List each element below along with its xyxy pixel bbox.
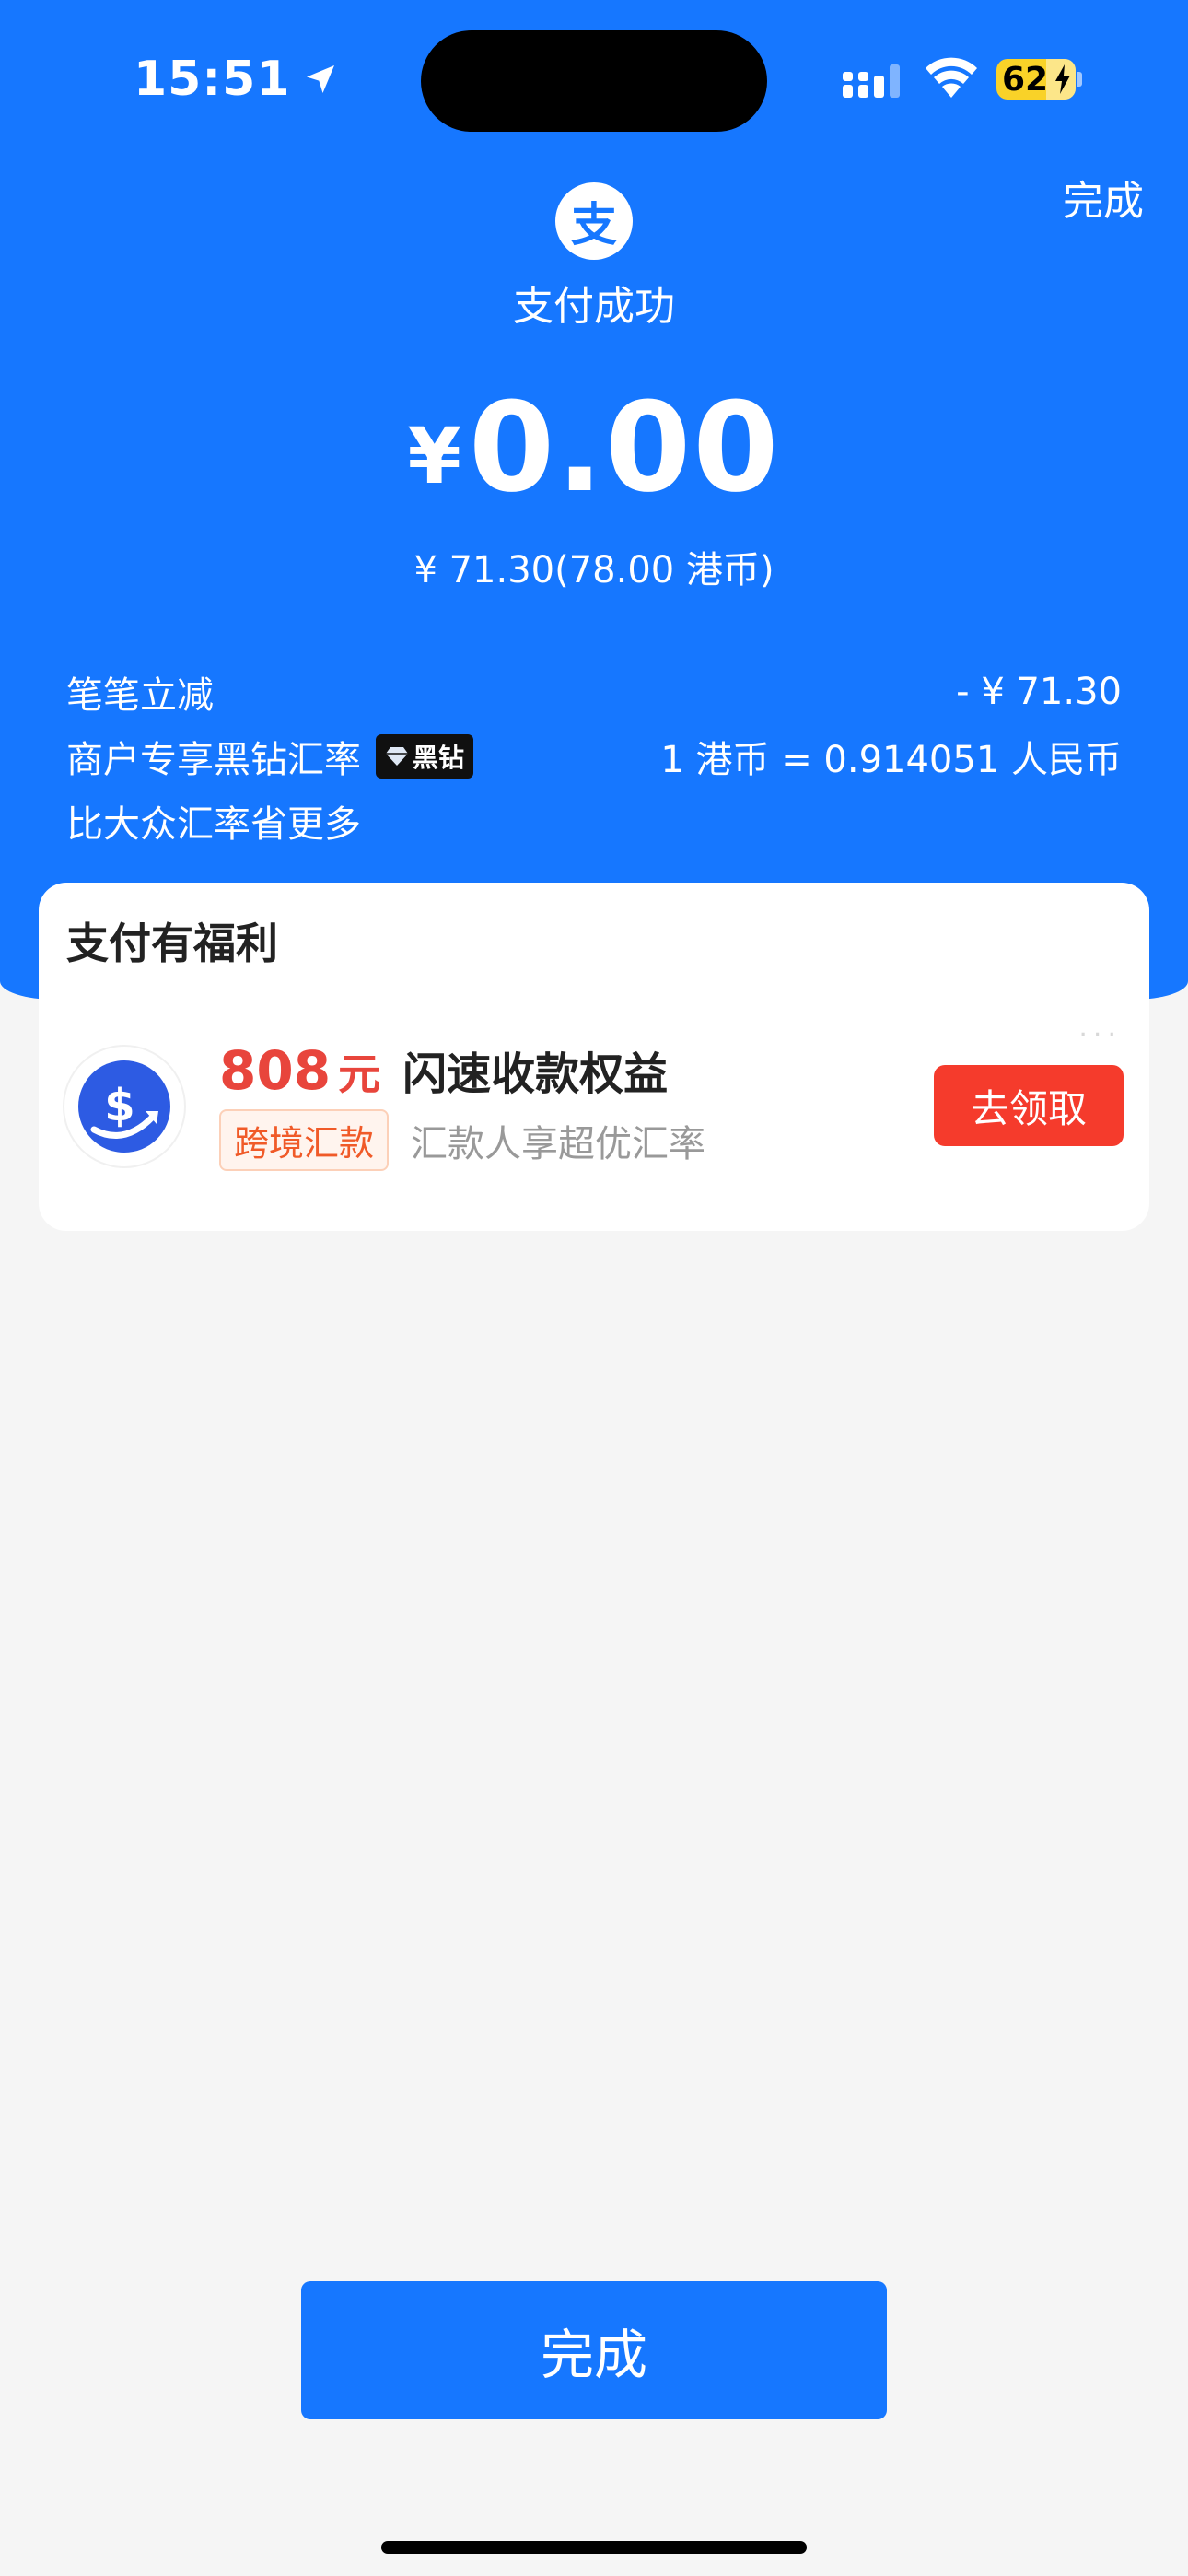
benefit-description: 汇款人享超优汇率 — [411, 1122, 706, 1165]
diamond-icon — [386, 747, 408, 766]
home-indicator[interactable] — [381, 2541, 807, 2554]
detail-value: 1 港币 = 0.914051 人民币 — [660, 739, 1122, 781]
benefits-card: 支付有福利 ··· $ 808 元 闪速收款权益 跨境汇款 汇款人享超优汇率 去… — [39, 883, 1149, 1231]
dynamic-island — [421, 30, 767, 132]
detail-label: 比大众汇率省更多 — [66, 803, 361, 846]
benefits-card-title: 支付有福利 — [66, 919, 278, 968]
benefit-tag: 跨境汇款 — [219, 1109, 390, 1171]
benefit-amount-number: 808 — [219, 1039, 332, 1102]
battery-cap — [1077, 72, 1082, 87]
location-arrow-icon — [302, 61, 339, 98]
battery-indicator: 62 — [996, 59, 1076, 100]
amount-value: 0.00 — [468, 376, 781, 520]
svg-text:$: $ — [104, 1080, 134, 1131]
benefit-amount-unit: 元 — [338, 1049, 381, 1099]
alipay-logo-icon: 支 — [555, 182, 633, 260]
original-amount: ¥ 71.30(78.00 港币) — [413, 549, 775, 591]
detail-label: 笔笔立减 — [66, 674, 214, 717]
detail-row-saving-note: 比大众汇率省更多 — [66, 794, 1122, 848]
battery-level-text: 62 — [1002, 60, 1049, 99]
benefit-headline: 808 元 闪速收款权益 — [219, 1037, 668, 1102]
done-button[interactable]: 完成 — [301, 2281, 887, 2419]
wifi-icon — [924, 57, 979, 103]
badge-label: 黑钻 — [413, 743, 465, 773]
more-options-icon[interactable]: ··· — [1078, 1019, 1122, 1051]
status-time: 15:51 — [134, 52, 339, 107]
claim-button[interactable]: 去领取 — [934, 1065, 1124, 1146]
benefit-subline: 跨境汇款 汇款人享超优汇率 — [219, 1109, 705, 1171]
benefit-title: 闪速收款权益 — [402, 1048, 669, 1100]
cellular-signal-icon — [843, 63, 905, 103]
status-time-text: 15:51 — [134, 52, 291, 107]
charging-bolt-icon — [1054, 64, 1072, 100]
detail-row-discount: 笔笔立减 - ¥ 71.30 — [66, 665, 1122, 719]
black-diamond-badge: 黑钻 — [376, 734, 474, 779]
detail-value: - ¥ 71.30 — [956, 671, 1122, 713]
currency-symbol: ¥ — [407, 411, 461, 501]
detail-label: 商户专享黑钻汇率 — [66, 739, 361, 781]
payment-success-screen: 15:51 62 完成 支 支付成功 ¥0.00 ¥ 71.30(78.00 港… — [0, 0, 1188, 2576]
detail-row-exchange-rate: 商户专享黑钻汇率 黑钻 1 港币 = 0.914051 人民币 — [66, 730, 1122, 783]
top-done-button[interactable]: 完成 — [1063, 168, 1144, 227]
payment-success-title: 支付成功 — [513, 283, 675, 330]
paid-amount: ¥0.00 — [0, 376, 1188, 520]
remittance-dollar-icon: $ — [64, 1047, 184, 1166]
